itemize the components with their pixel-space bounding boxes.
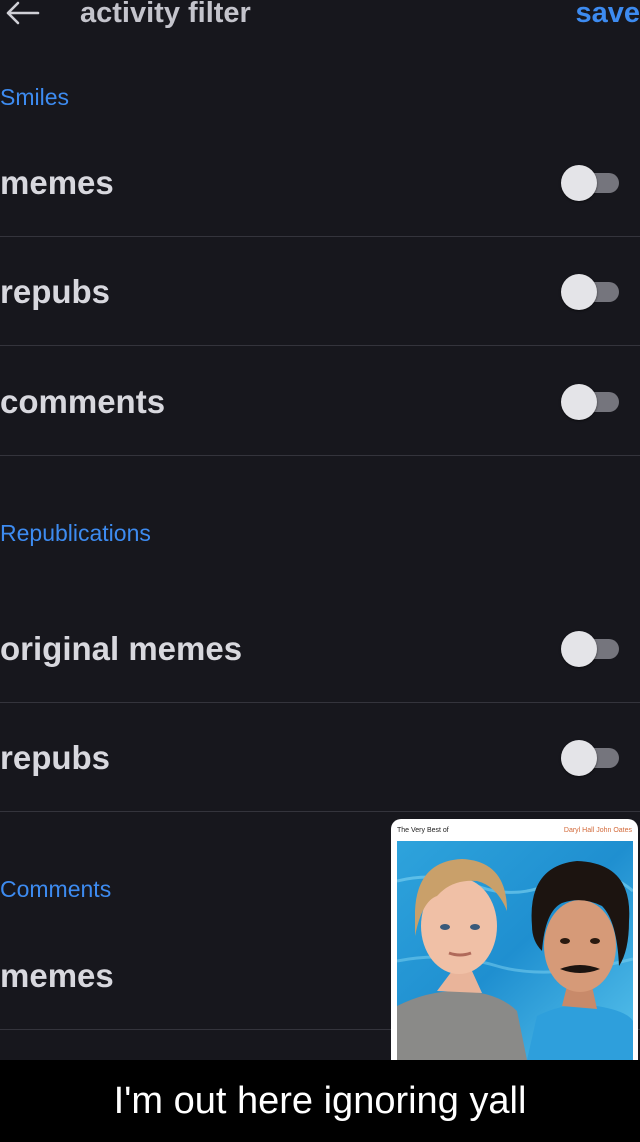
save-button[interactable]: save [575, 0, 640, 30]
toggle-switch[interactable] [561, 274, 619, 310]
filter-row-republications-repubs[interactable]: repubs [0, 704, 640, 812]
section-title-comments: Comments [0, 876, 112, 902]
filter-row-label: comments [0, 383, 166, 420]
album-title: The Very Best of [397, 827, 449, 834]
toggle-knob [561, 631, 597, 667]
toggle-switch[interactable] [561, 740, 619, 776]
toggle-switch[interactable] [561, 384, 619, 420]
toggle-knob [561, 274, 597, 310]
meme-image: activity filter save Smiles memes repubs… [0, 0, 640, 1142]
filter-row-smiles-repubs[interactable]: repubs [0, 238, 640, 346]
filter-row-smiles-comments[interactable]: comments [0, 348, 640, 456]
section-title-smiles: Smiles [0, 84, 70, 110]
filter-row-republications-original-memes[interactable]: original memes [0, 595, 640, 703]
filter-row-label: repubs [0, 739, 111, 776]
divider [0, 345, 640, 346]
caption-bar: I'm out here ignoring yall [0, 1060, 640, 1142]
toggle-knob [561, 740, 597, 776]
arrow-left-icon[interactable] [2, 0, 42, 28]
divider [0, 811, 640, 812]
filter-row-smiles-memes[interactable]: memes [0, 129, 640, 237]
toggle-knob [561, 165, 597, 201]
settings-screen: activity filter save Smiles memes repubs… [0, 0, 640, 1060]
divider [0, 702, 640, 703]
album-cover-image: The Very Best of Daryl Hall John Oates [391, 819, 638, 1060]
toggle-knob [561, 384, 597, 420]
section-title-republications: Republications [0, 520, 151, 546]
toggle-switch[interactable] [561, 631, 619, 667]
album-photo [397, 841, 633, 1060]
toggle-switch[interactable] [561, 165, 619, 201]
filter-row-label: memes [0, 164, 114, 201]
header: activity filter save [0, 0, 640, 34]
divider [0, 236, 640, 237]
album-artists: Daryl Hall John Oates [563, 827, 632, 834]
filter-row-label: original memes [0, 630, 243, 667]
meme-caption: I'm out here ignoring yall [113, 1080, 527, 1122]
divider [0, 455, 640, 456]
album-header: The Very Best of Daryl Hall John Oates [391, 819, 638, 841]
page-title: activity filter [80, 0, 251, 29]
filter-row-label: repubs [0, 273, 111, 310]
filter-row-label: memes [0, 957, 114, 994]
